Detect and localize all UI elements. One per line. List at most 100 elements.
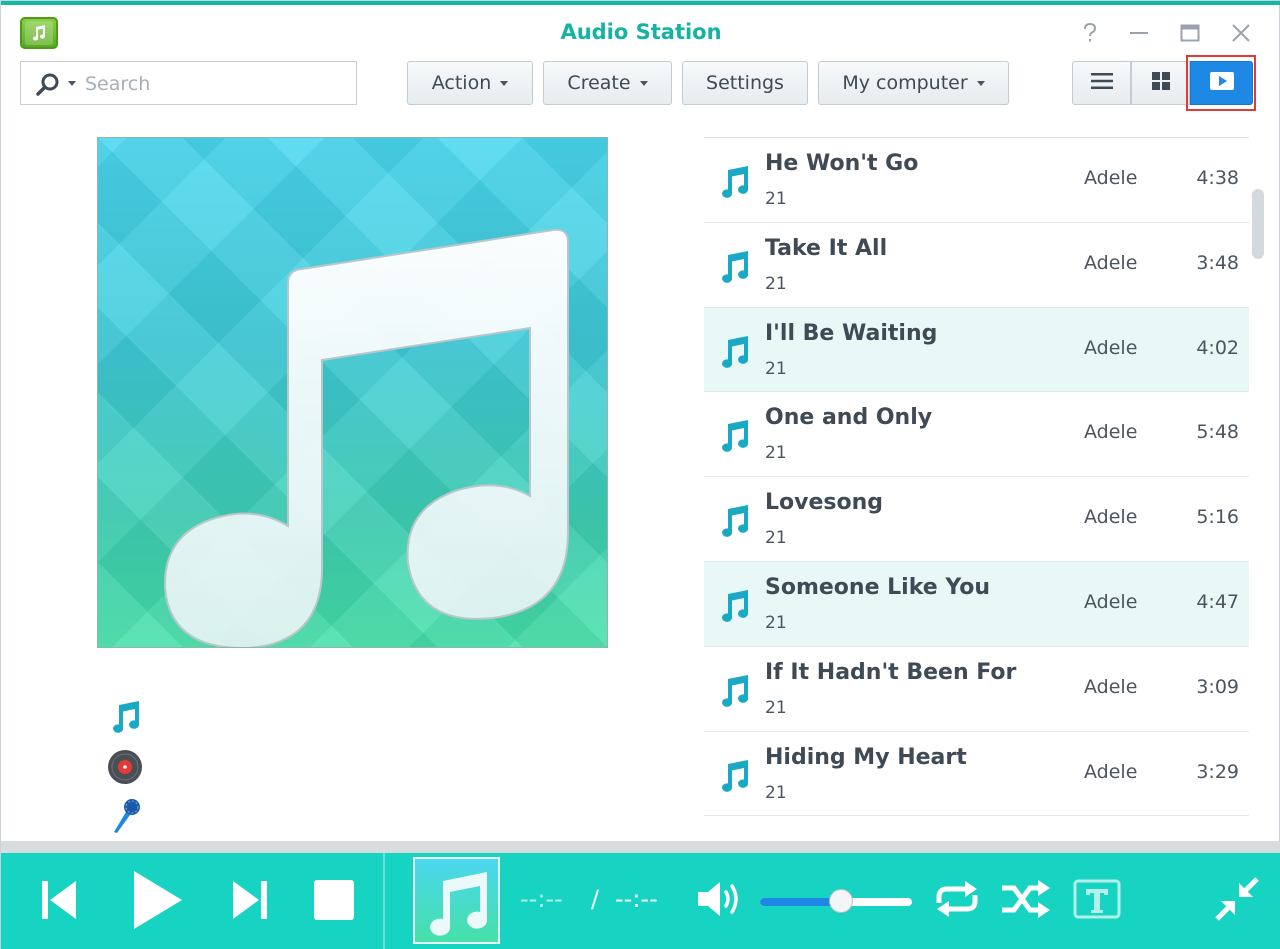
collapse-arrows-icon xyxy=(1213,875,1261,928)
grid-view-icon xyxy=(1151,71,1171,96)
chevron-down-icon xyxy=(500,80,509,86)
song-icon xyxy=(716,758,752,799)
track-title: Hiding My Heart xyxy=(765,744,967,770)
repeat-icon xyxy=(931,879,983,924)
volume-slider-handle[interactable] xyxy=(829,889,853,913)
track-album: 21 xyxy=(765,443,787,464)
track-album: 21 xyxy=(765,189,787,209)
track-album: 21 xyxy=(765,358,787,379)
track-row[interactable]: Lovesong 21 Adele 5:16 xyxy=(704,477,1249,562)
track-row[interactable]: He Won't Go 21 Adele 4:38 xyxy=(704,138,1249,223)
list-view-button[interactable] xyxy=(1072,61,1131,105)
track-title: He Won't Go xyxy=(765,151,919,176)
total-time: --:-- xyxy=(615,885,658,913)
mini-player-button[interactable] xyxy=(1211,875,1263,927)
play-button[interactable] xyxy=(125,869,187,936)
song-icon xyxy=(105,697,145,737)
track-title: Take It All xyxy=(765,235,888,261)
track-artist: Adele xyxy=(1084,675,1138,698)
track-duration: 3:09 xyxy=(1196,675,1239,698)
player-bar: --:-- / --:-- xyxy=(1,853,1280,949)
search-input[interactable] xyxy=(85,70,345,98)
artist-icon xyxy=(105,795,145,835)
lyrics-button[interactable] xyxy=(1071,879,1123,923)
selection-highlight xyxy=(1186,55,1256,111)
track-title: One and Only xyxy=(765,405,933,431)
chevron-down-icon xyxy=(976,80,985,86)
search-box[interactable] xyxy=(20,61,357,105)
track-list: He Won't Go 21 Adele 4:38 Take It All 21… xyxy=(704,137,1249,817)
stop-icon xyxy=(313,879,355,926)
track-artist: Adele xyxy=(1084,167,1138,189)
track-row[interactable]: Take It All 21 Adele 3:48 xyxy=(704,222,1249,308)
previous-button[interactable] xyxy=(35,879,81,925)
track-album: 21 xyxy=(765,782,787,803)
now-playing-thumbnail[interactable] xyxy=(413,857,500,944)
skip-back-icon xyxy=(38,879,78,926)
minimize-icon[interactable] xyxy=(1125,19,1153,47)
my-computer-button[interactable]: My computer xyxy=(818,61,1009,105)
track-row[interactable]: I'll Be Waiting 21 Adele 4:02 xyxy=(704,307,1249,393)
song-icon xyxy=(716,334,752,375)
track-duration: 4:38 xyxy=(1196,167,1239,189)
text-lyrics-icon xyxy=(1073,879,1121,924)
track-artist: Adele xyxy=(1084,251,1138,274)
settings-button-label: Settings xyxy=(706,72,784,94)
player-separator xyxy=(1,841,1280,853)
track-title: Someone Like You xyxy=(765,574,991,600)
shuffle-button[interactable] xyxy=(999,879,1053,923)
song-icon xyxy=(716,673,752,714)
track-album: 21 xyxy=(765,697,787,718)
track-artist: Adele xyxy=(1084,336,1138,359)
grid-view-button[interactable] xyxy=(1131,61,1190,105)
skip-forward-icon xyxy=(231,879,271,926)
track-row[interactable]: Someone Like You 21 Adele 4:47 xyxy=(704,561,1249,647)
action-button-label: Action xyxy=(431,72,492,94)
my-computer-button-label: My computer xyxy=(842,72,968,94)
song-icon xyxy=(716,418,752,459)
time-separator: / xyxy=(591,885,600,913)
action-button[interactable]: Action xyxy=(407,61,533,105)
track-duration: 5:48 xyxy=(1196,421,1239,444)
search-icon[interactable] xyxy=(35,72,63,103)
search-options-chevron-down-icon[interactable] xyxy=(68,81,76,86)
track-list-scrollbar[interactable] xyxy=(1252,189,1264,259)
music-note-icon xyxy=(430,872,488,936)
create-button-label: Create xyxy=(567,72,631,94)
help-icon[interactable] xyxy=(1076,19,1104,47)
track-duration: 4:47 xyxy=(1196,590,1239,613)
track-duration: 5:16 xyxy=(1196,506,1239,529)
song-icon xyxy=(716,249,752,290)
track-duration: 4:02 xyxy=(1196,336,1239,359)
track-row[interactable]: Hiding My Heart 21 Adele 3:29 xyxy=(704,731,1249,817)
album-cover-art xyxy=(97,137,608,648)
music-note-icon xyxy=(163,228,569,647)
close-icon[interactable] xyxy=(1227,19,1255,47)
play-icon xyxy=(128,869,184,936)
next-button[interactable] xyxy=(229,879,273,925)
maximize-icon[interactable] xyxy=(1176,19,1204,47)
track-title: Lovesong xyxy=(765,490,884,516)
track-artist: Adele xyxy=(1084,760,1138,783)
song-icon xyxy=(716,164,752,205)
track-duration: 3:48 xyxy=(1196,251,1239,274)
settings-button[interactable]: Settings xyxy=(682,61,808,105)
stop-button[interactable] xyxy=(311,879,357,925)
track-album: 21 xyxy=(765,273,787,294)
track-row[interactable]: One and Only 21 Adele 5:48 xyxy=(704,392,1249,478)
track-album: 21 xyxy=(765,612,787,633)
track-title: I'll Be Waiting xyxy=(765,320,938,346)
mute-button[interactable] xyxy=(695,879,747,923)
track-row[interactable]: If It Hadn't Been For 21 Adele 3:09 xyxy=(704,646,1249,732)
track-title: If It Hadn't Been For xyxy=(765,659,1017,685)
shuffle-icon xyxy=(1000,879,1052,924)
current-time: --:-- xyxy=(520,885,563,913)
track-artist: Adele xyxy=(1084,421,1138,444)
repeat-button[interactable] xyxy=(930,879,984,923)
player-divider xyxy=(383,853,385,949)
create-button[interactable]: Create xyxy=(543,61,672,105)
chevron-down-icon xyxy=(639,80,648,86)
audio-station-window: Audio Station Action Create Settings My … xyxy=(0,0,1280,949)
window-top-accent xyxy=(1,1,1280,5)
album-icon xyxy=(105,747,145,787)
